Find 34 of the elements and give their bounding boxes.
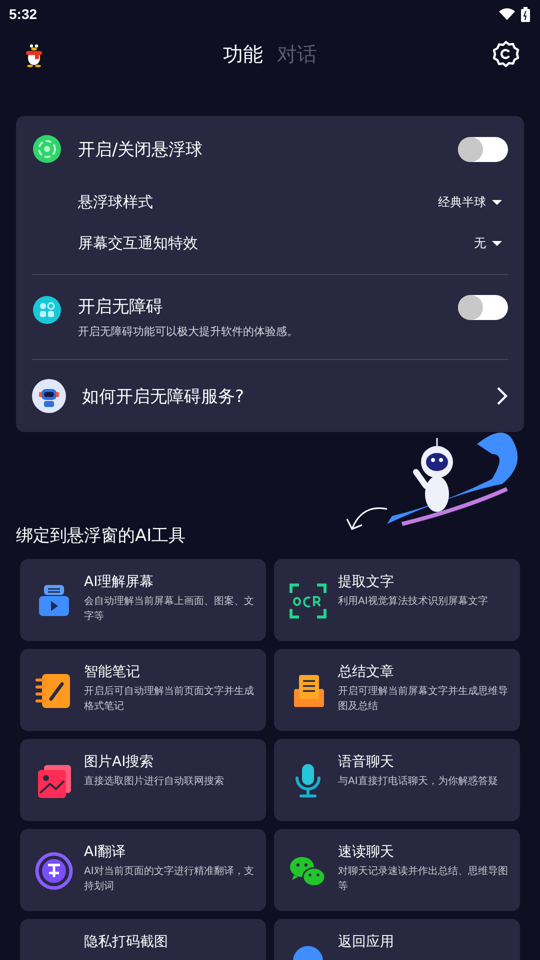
chevron-right-icon	[496, 386, 508, 406]
section-title: 绑定到悬浮窗的AI工具	[16, 525, 187, 547]
ocr-scan-icon	[288, 581, 328, 621]
tab[interactable]: 功能	[223, 40, 263, 68]
floating-ball-title: 开启/关闭悬浮球	[78, 138, 204, 160]
option-label: 悬浮球样式	[78, 193, 153, 212]
option-dropdown[interactable]: 经典半球	[438, 194, 508, 211]
status-time: 5:32	[9, 6, 38, 22]
grid-apps-icon	[32, 295, 62, 325]
tool-card[interactable]: 智能笔记 开启后可自动理解当前页面文字并生成格式笔记	[20, 649, 266, 731]
battery-icon	[521, 6, 530, 22]
toggle-switch[interactable]	[458, 295, 508, 320]
floating-ball-icon	[32, 134, 62, 164]
tool-card[interactable]: 语音聊天 与AI直接打电话聊天，为你解惑答疑	[274, 739, 520, 821]
accessibility-description: 开启无障碍功能可以极大提升软件的体验感。	[78, 324, 299, 339]
option-dropdown[interactable]: 无	[474, 235, 508, 252]
tool-card[interactable]: 返回应用	[274, 919, 520, 960]
help-link[interactable]: 如何开启无障碍服务?	[32, 360, 508, 432]
tool-card[interactable]: 图片AI搜索 直接选取图片进行自动联网搜索	[20, 739, 266, 821]
tool-card[interactable]: AI翻译 AI对当前页面的文字进行精准翻译，支持划词	[20, 829, 266, 911]
toggle-switch[interactable]	[458, 136, 508, 162]
caret-icon	[492, 240, 502, 246]
tool-card[interactable]: 总结文章 开启可理解当前屏幕文字并生成思维导图及总结	[274, 649, 520, 731]
accessibility-title: 开启无障碍	[78, 296, 164, 318]
tool-card[interactable]: AI理解屏幕 会自动理解当前屏幕上画面、图案、文字等	[20, 559, 266, 641]
option-label: 屏幕交互通知特效	[78, 234, 198, 253]
tool-card[interactable]: 速读聊天 对聊天记录速读并作出总结、思维导图等	[274, 829, 520, 911]
caret-icon	[492, 200, 502, 206]
tool-card[interactable]: 提取文字 利用AI视觉算法技术识别屏幕文字	[274, 559, 520, 641]
translate-circle-icon	[34, 851, 74, 891]
settings-icon[interactable]	[492, 40, 520, 68]
robot-avatar-icon	[32, 379, 66, 413]
wifi-icon	[499, 8, 515, 20]
tool-card[interactable]: 隐私打码截图	[20, 919, 266, 960]
